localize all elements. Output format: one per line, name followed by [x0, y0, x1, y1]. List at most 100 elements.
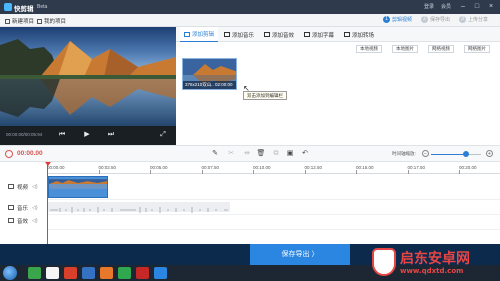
- tab-add-subtitle[interactable]: 添加字幕: [300, 27, 338, 42]
- thumbnail-caption: 376x210双山.. 02:00:00: [183, 81, 236, 89]
- taskbar-app-2-icon[interactable]: [46, 267, 59, 279]
- video-clip[interactable]: [48, 176, 108, 198]
- video-track-volume-icon[interactable]: ◁): [32, 184, 38, 190]
- preview-video[interactable]: [0, 27, 176, 126]
- zoom-out-icon[interactable]: −: [422, 150, 429, 157]
- current-time: 00:00.00: [17, 150, 43, 157]
- local-video-button[interactable]: 本地视频: [356, 45, 382, 53]
- prev-frame-icon[interactable]: ⏮: [57, 130, 67, 140]
- new-project-label: 新建项目: [12, 19, 35, 25]
- ruler-tick-label: 00:17.50: [407, 165, 426, 170]
- step-3-label: 上传分享: [468, 17, 489, 23]
- clock-icon: [5, 150, 13, 158]
- tab-add-music[interactable]: 添加音乐: [220, 27, 258, 42]
- ruler-tick-label: 00:15.00: [356, 165, 374, 170]
- track-sfx[interactable]: [47, 215, 500, 230]
- save-export-button[interactable]: 保存导出 〉: [250, 244, 350, 265]
- online-image-button[interactable]: 网络图片: [464, 45, 490, 53]
- copy-icon[interactable]: ⧉: [271, 149, 281, 159]
- playhead-marker[interactable]: [45, 162, 51, 166]
- cut-icon[interactable]: ✂: [226, 149, 236, 159]
- step-share[interactable]: 3 上传分享: [459, 16, 488, 23]
- open-project-button[interactable]: 我的项目: [37, 17, 66, 25]
- tab-add-subtitle-label: 添加字幕: [312, 32, 335, 39]
- playhead[interactable]: [47, 162, 48, 244]
- local-image-button[interactable]: 本地图片: [392, 45, 418, 53]
- online-video-label: 网络视频: [432, 46, 450, 51]
- mountain-lake-image: [0, 27, 176, 126]
- paste-icon[interactable]: ▣: [285, 149, 295, 159]
- edit-pencil-icon[interactable]: ✎: [210, 149, 220, 159]
- music-icon: [224, 32, 230, 37]
- track-video-label: 视频: [17, 184, 29, 191]
- fullscreen-icon[interactable]: ⤢: [158, 130, 168, 140]
- track-video[interactable]: [47, 176, 500, 200]
- ruler-tick-mark: [356, 170, 357, 174]
- ruler-tick-label: 00:10.00: [253, 165, 271, 170]
- ruler-tick-label: 00:05.00: [150, 165, 168, 170]
- title-bar: 快剪辑 Beta 登录 会员 – □ ×: [0, 0, 500, 14]
- preview-time: 00:00:00/00:05:94: [6, 132, 43, 137]
- taskbar-app-4-icon[interactable]: [82, 267, 95, 279]
- minimize-icon[interactable]: –: [458, 2, 468, 11]
- step-edit[interactable]: 1 剪辑视频: [383, 16, 412, 23]
- app-name: 快剪辑: [14, 6, 34, 13]
- login-link[interactable]: 登录: [424, 3, 434, 10]
- track-head-video: 视频 ◁): [0, 179, 47, 194]
- clip-filmstrip: [49, 179, 107, 189]
- split-icon[interactable]: ⇹: [242, 149, 252, 159]
- vip-link[interactable]: 会员: [441, 3, 451, 10]
- undo-icon[interactable]: ↶: [300, 149, 310, 159]
- watermark-logo-icon: [372, 248, 396, 276]
- start-button-icon[interactable]: [3, 266, 17, 280]
- delete-icon[interactable]: 🗑: [256, 149, 266, 159]
- add-media-buttons: 本地视频 本地图片 网络视频 网络图片: [176, 43, 500, 55]
- taskbar-app-3-icon[interactable]: [64, 267, 77, 279]
- close-icon[interactable]: ×: [486, 2, 496, 11]
- next-frame-icon[interactable]: ⏭: [106, 130, 116, 140]
- sfx-track-volume-icon[interactable]: ◁): [32, 218, 38, 224]
- step-export[interactable]: 2 保存导出: [421, 16, 450, 23]
- tab-add-clip-label: 添加剪辑: [192, 32, 215, 38]
- zoom-fill: [431, 154, 466, 155]
- taskbar-firefox-icon[interactable]: [100, 267, 113, 279]
- music-track-volume-icon[interactable]: ◁): [32, 205, 38, 211]
- taskbar-app-6-icon[interactable]: [118, 267, 131, 279]
- taskbar-kuaijianji-icon[interactable]: [154, 267, 167, 279]
- sound-effect-icon: [264, 32, 270, 37]
- sfx-track-icon: [8, 218, 14, 223]
- zoom-in-icon[interactable]: +: [486, 150, 493, 157]
- watermark: 启东安卓网 www.qdxtd.com: [368, 246, 498, 280]
- time-ruler[interactable]: 00:00.00 00:02.50 00:05.00 00:07.50 00:10.00…: [47, 162, 500, 174]
- tooltip: 双击添加到编辑栏: [243, 91, 287, 100]
- new-project-button[interactable]: 新建项目: [5, 17, 34, 25]
- tab-add-sfx-label: 添加音效: [272, 32, 295, 39]
- maximize-icon[interactable]: □: [472, 2, 482, 11]
- taskbar-app-7-icon[interactable]: [136, 267, 149, 279]
- track-head-sfx: 音效 ◁): [0, 213, 47, 228]
- ruler-tick-label: 00:07.50: [201, 165, 220, 170]
- video-track-icon: [8, 184, 14, 189]
- step-1-badge: 1: [383, 16, 390, 23]
- local-image-label: 本地图片: [396, 46, 414, 51]
- tab-add-clip[interactable]: 添加剪辑: [180, 27, 219, 42]
- tab-add-music-label: 添加音乐: [232, 32, 255, 39]
- tab-add-sfx[interactable]: 添加音效: [260, 27, 298, 42]
- step-3-badge: 3: [459, 16, 466, 23]
- ruler-tick-mark: [253, 170, 254, 174]
- taskbar-app-1-icon[interactable]: [28, 267, 41, 279]
- ruler-tick-mark: [459, 170, 460, 174]
- media-library: 376x210双山.. 02:00:00 ↖ 双击添加到编辑栏: [176, 55, 500, 145]
- tab-add-transition[interactable]: 添加转场: [340, 27, 378, 42]
- music-clip[interactable]: [48, 202, 230, 213]
- ruler-tick-label: 00:02.50: [98, 165, 117, 170]
- zoom-slider-handle[interactable]: [463, 151, 469, 157]
- kuaijianji-window: 快剪辑 Beta 登录 会员 – □ × 新建项目 我的项目 1 剪辑视频 2 …: [0, 0, 500, 281]
- media-thumbnail[interactable]: 376x210双山.. 02:00:00: [182, 58, 237, 90]
- play-icon[interactable]: ▶: [82, 130, 92, 140]
- new-project-icon: [5, 18, 10, 24]
- open-project-label: 我的项目: [44, 19, 67, 25]
- online-video-button[interactable]: 网络视频: [428, 45, 454, 53]
- zoom-label: 时间轴缩放:: [392, 151, 416, 156]
- music-waveform: [50, 207, 228, 213]
